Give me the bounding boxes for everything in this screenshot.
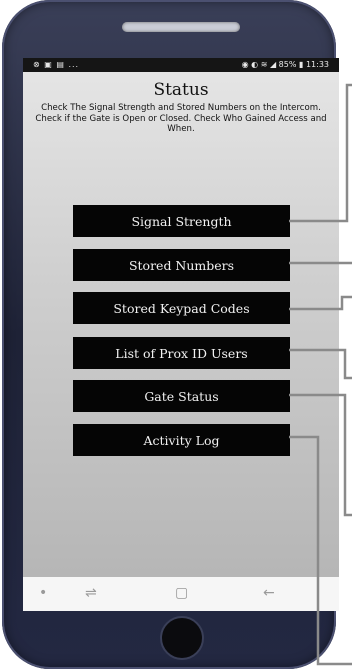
status-bar: ⊗ ▣ ▤ ... ◉ ◐ ≋ ◢ 85% ▮ 11:33 — [23, 58, 339, 72]
recent-apps-icon[interactable]: ⇌ — [85, 585, 97, 601]
stored-numbers-button[interactable]: Stored Numbers — [73, 249, 290, 281]
phone-frame: ⊗ ▣ ▤ ... ◉ ◐ ≋ ◢ 85% ▮ 11:33 Status Che… — [2, 0, 339, 669]
notification-icons: ⊗ ▣ ▤ ... — [33, 60, 80, 69]
page-title: Status — [153, 80, 209, 100]
screen: ⊗ ▣ ▤ ... ◉ ◐ ≋ ◢ 85% ▮ 11:33 Status Che… — [23, 58, 339, 611]
page-description: Check The Signal Strength and Stored Num… — [35, 103, 327, 134]
activity-log-button[interactable]: Activity Log — [73, 424, 290, 456]
battery-level: 85% — [278, 60, 297, 69]
battery-icon: ▮ — [298, 60, 306, 69]
signal-strength-button[interactable]: Signal Strength — [73, 205, 290, 237]
status-right: ◉ ◐ ≋ ◢ 85% ▮ 11:33 — [242, 58, 329, 72]
home-nav-icon[interactable]: ▢ — [175, 585, 188, 601]
earpiece-speaker — [122, 22, 240, 32]
clock: 11:33 — [305, 60, 329, 69]
android-nav-bar: • ⇌ ▢ ← — [23, 577, 339, 611]
gate-status-button[interactable]: Gate Status — [73, 380, 290, 412]
back-nav-icon[interactable]: ← — [263, 585, 275, 601]
prox-id-users-button[interactable]: List of Prox ID Users — [73, 337, 290, 369]
status-icons: ◉ ◐ ≋ ◢ — [241, 60, 279, 69]
stored-keypad-codes-button[interactable]: Stored Keypad Codes — [73, 292, 290, 324]
physical-home-button[interactable] — [160, 616, 204, 660]
nav-dot-icon[interactable]: • — [39, 585, 47, 601]
